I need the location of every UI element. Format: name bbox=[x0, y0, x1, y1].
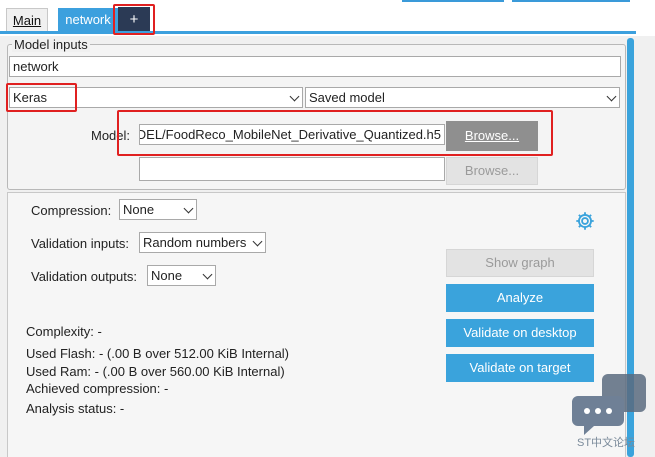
chevron-down-icon bbox=[606, 91, 617, 102]
validation-outputs-select-value: None bbox=[151, 268, 183, 283]
used-ram-text: Used Ram: - (.00 B over 560.00 KiB Inter… bbox=[26, 364, 285, 379]
chevron-down-icon bbox=[183, 203, 194, 214]
show-graph-button[interactable]: Show graph bbox=[446, 249, 594, 277]
model-inputs-legend: Model inputs bbox=[12, 37, 90, 52]
tab-network[interactable]: network bbox=[58, 8, 118, 32]
achieved-compression-text: Achieved compression: - bbox=[26, 381, 169, 396]
add-tab-button[interactable]: + bbox=[118, 7, 150, 33]
model-label: Model: bbox=[91, 128, 131, 143]
network-name-input[interactable]: network bbox=[9, 56, 621, 77]
chevron-down-icon bbox=[252, 236, 263, 247]
validation-outputs-label: Validation outputs: bbox=[31, 269, 137, 284]
validation-outputs-select[interactable]: None bbox=[147, 265, 216, 286]
validation-inputs-select-value: Random numbers bbox=[143, 235, 247, 250]
top-edge-button-a[interactable] bbox=[402, 0, 504, 2]
tab-strip-underline bbox=[0, 31, 636, 34]
compression-label: Compression: bbox=[31, 203, 112, 218]
used-flash-text: Used Flash: - (.00 B over 512.00 KiB Int… bbox=[26, 346, 290, 361]
framework-select-value: Keras bbox=[13, 90, 47, 105]
browse-model-button[interactable]: Browse... bbox=[446, 121, 538, 151]
analyze-button[interactable]: Analyze bbox=[446, 284, 594, 312]
browse-model-label: Browse... bbox=[464, 128, 520, 143]
model-type-select[interactable]: Saved model bbox=[305, 87, 620, 108]
framework-select[interactable]: Keras bbox=[9, 87, 303, 108]
chevron-down-icon bbox=[289, 91, 300, 102]
compression-select[interactable]: None bbox=[119, 199, 197, 220]
gear-icon[interactable] bbox=[574, 210, 596, 232]
compression-select-value: None bbox=[123, 202, 155, 217]
model-path-value: DEL/FoodReco_MobileNet_Derivative_Quanti… bbox=[139, 127, 441, 142]
second-path-input[interactable] bbox=[139, 157, 445, 181]
chevron-down-icon bbox=[202, 269, 213, 280]
watermark-text: ST中文论坛 bbox=[577, 437, 636, 449]
top-edge-button-b[interactable] bbox=[512, 0, 630, 2]
model-type-select-value: Saved model bbox=[309, 90, 385, 105]
complexity-text: Complexity: - bbox=[26, 324, 102, 339]
validation-inputs-label: Validation inputs: bbox=[31, 236, 130, 251]
tab-main[interactable]: Main bbox=[6, 8, 48, 32]
validate-desktop-button[interactable]: Validate on desktop bbox=[446, 319, 594, 347]
model-path-input[interactable]: DEL/FoodReco_MobileNet_Derivative_Quanti… bbox=[139, 124, 445, 145]
analysis-status-text: Analysis status: - bbox=[26, 401, 125, 416]
browse-second-button[interactable]: Browse... bbox=[446, 157, 538, 185]
validation-inputs-select[interactable]: Random numbers bbox=[139, 232, 266, 253]
